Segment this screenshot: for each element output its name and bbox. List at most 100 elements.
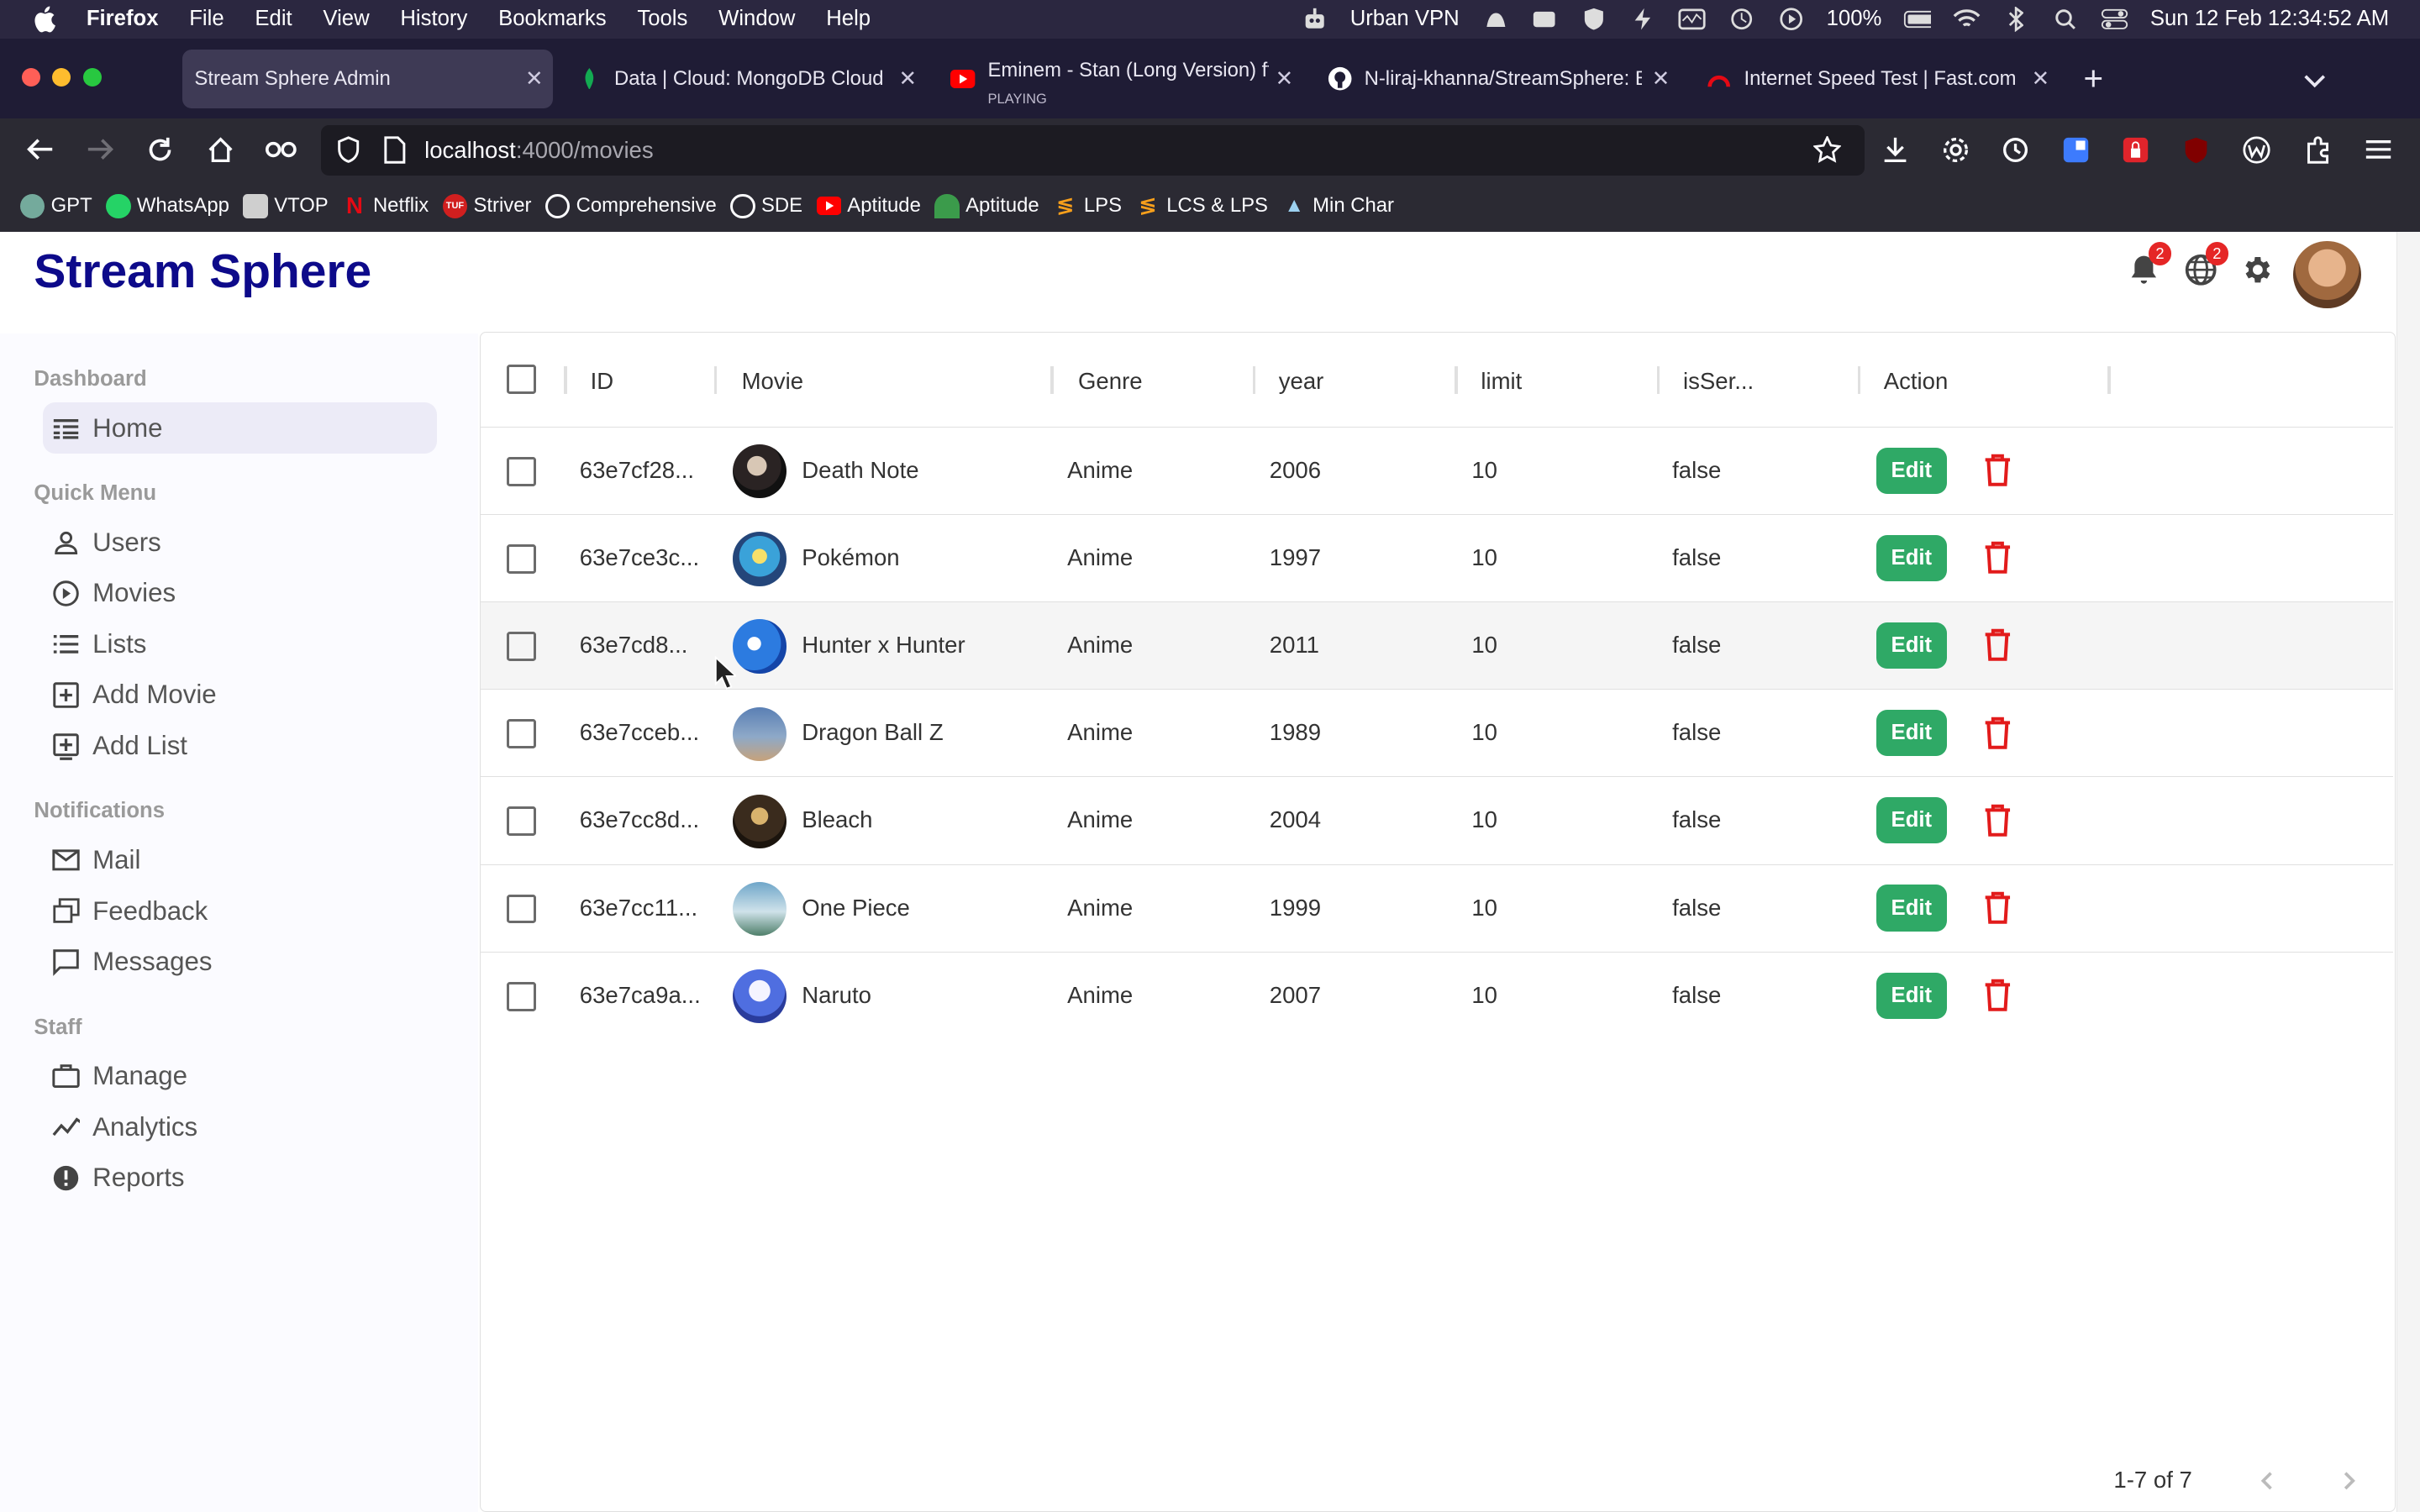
column-header-genre[interactable]: Genre [1078,368,1143,395]
table-row[interactable]: 63e7ca9a... Naruto Anime 2007 10 false Edit [481,951,2393,1040]
sidebar-item-mail[interactable]: Mail [43,835,436,886]
table-row[interactable]: 63e7ce3c... Pokémon Anime 1997 10 false Edit [481,514,2393,602]
menu-edit[interactable]: Edit [255,7,292,31]
apple-icon[interactable] [31,5,59,33]
extension-blue-icon[interactable] [2060,134,2091,165]
private-mask-icon[interactable] [265,134,297,165]
sidebar-item-feedback[interactable]: Feedback [43,885,436,937]
bluetooth-icon[interactable] [2002,7,2030,32]
bookmark-sde[interactable]: SDE [730,193,802,218]
column-separator[interactable] [2107,366,2111,395]
column-separator[interactable] [1050,366,1054,395]
table-row[interactable]: 63e7cceb... Dragon Ball Z Anime 1989 10 false… [481,689,2393,777]
edit-button[interactable]: Edit [1876,972,1948,1019]
row-checkbox[interactable] [507,894,537,924]
column-separator[interactable] [713,366,718,395]
column-header-movie[interactable]: Movie [742,368,803,395]
table-row[interactable]: 63e7cc8d... Bleach Anime 2004 10 false Edit [481,776,2393,864]
bookmark-lcs-lps[interactable]: ≶ LCS & LPS [1136,194,1268,218]
close-tab-icon[interactable]: ✕ [1276,66,1294,92]
bookmark-whatsapp[interactable]: WhatsApp [106,193,229,218]
bookmark-comprehensive[interactable]: Comprehensive [544,193,717,218]
edit-button[interactable]: Edit [1876,447,1948,494]
wifi-icon[interactable] [1953,7,1981,31]
tab-mongodb[interactable]: Data | Cloud: MongoDB Cloud ✕ [565,50,926,108]
bookmark-aptitude-indiabix[interactable]: Aptitude [934,193,1039,218]
bookmark-min-char[interactable]: ▲ Min Char [1281,194,1394,218]
menu-bookmarks[interactable]: Bookmarks [498,7,607,31]
sidebar-item-lists[interactable]: Lists [43,619,436,670]
tab-stream-sphere-admin[interactable]: Stream Sphere Admin ✕ [182,49,553,108]
menu-history[interactable]: History [400,7,467,31]
tracking-shield-icon[interactable] [334,134,365,165]
menu-window[interactable]: Window [718,7,795,31]
column-header-year[interactable]: year [1279,368,1324,395]
column-header-id[interactable]: ID [591,368,614,395]
edit-button[interactable]: Edit [1876,885,1948,932]
menu-tools[interactable]: Tools [637,7,687,31]
bookmark-netflix[interactable]: N Netflix [342,192,429,218]
vpn-label[interactable]: Urban VPN [1350,7,1460,31]
close-tab-icon[interactable]: ✕ [2032,66,2050,92]
previous-page-icon[interactable] [2257,1470,2279,1492]
lightning-icon[interactable] [1629,7,1657,31]
row-checkbox[interactable] [507,806,537,837]
back-arrow-icon[interactable] [24,134,55,165]
home-icon[interactable] [205,134,236,165]
menu-help[interactable]: Help [826,7,871,31]
tab-youtube-playing[interactable]: Eminem - Stan (Long Version) ft PLAYING … [939,50,1302,108]
column-separator[interactable] [1252,366,1256,395]
edit-button[interactable]: Edit [1876,622,1948,669]
user-avatar[interactable] [2293,240,2362,309]
column-header-limit[interactable]: limit [1481,368,1522,395]
new-tab-icon[interactable]: + [2084,61,2104,95]
brand-logo[interactable]: Stream Sphere [34,244,371,299]
delete-trash-icon[interactable] [1982,804,2013,837]
delete-trash-icon[interactable] [1982,891,2013,925]
sidebar-item-add-list[interactable]: Add List [43,721,436,772]
settings-gear-icon[interactable] [2238,251,2275,288]
menubar-clock[interactable]: Sun 12 Feb 12:34:52 AM [2150,7,2389,31]
time-machine-icon[interactable] [1728,7,1755,31]
table-row[interactable]: 63e7cc11... One Piece Anime 1999 10 false Edit [481,864,2393,953]
url-bar[interactable]: localhost:4000/movies [321,124,1865,176]
close-tab-icon[interactable]: ✕ [525,66,544,92]
next-page-icon[interactable] [2338,1470,2360,1492]
extension-w-icon[interactable] [2241,134,2272,165]
history-clock-icon[interactable] [2000,134,2031,165]
row-checkbox[interactable] [507,456,537,486]
sidebar-item-manage[interactable]: Manage [43,1051,436,1102]
column-separator[interactable] [1857,366,1861,395]
edit-button[interactable]: Edit [1876,534,1948,582]
page-info-icon[interactable] [380,134,411,165]
sidebar-item-movies[interactable]: Movies [43,568,436,619]
row-checkbox[interactable] [507,632,537,661]
hamburger-menu-icon[interactable] [2363,134,2394,165]
tab-github[interactable]: N-liraj-khanna/StreamSphere: B ✕ [1315,50,1679,108]
close-window-button[interactable] [21,67,40,87]
shield-icon[interactable] [1580,7,1607,31]
activity-monitor-icon[interactable] [1678,7,1706,31]
column-header-isseries[interactable]: isSer... [1683,368,1754,395]
select-all-checkbox[interactable] [507,365,537,395]
spotlight-search-icon[interactable] [2051,7,2079,31]
delete-trash-icon[interactable] [1982,454,2013,487]
close-tab-icon[interactable]: ✕ [898,66,917,92]
column-separator[interactable] [1455,366,1458,395]
bookmark-gpt[interactable]: GPT [19,193,92,218]
row-checkbox[interactable] [507,543,537,574]
delete-trash-icon[interactable] [1982,541,2013,575]
zoom-window-button[interactable] [83,67,103,87]
column-separator[interactable] [1656,366,1660,395]
language-globe-icon[interactable]: 2 [2182,242,2229,288]
downloads-icon[interactable] [1880,134,1911,165]
bookmark-vtop[interactable]: VTOP [243,193,329,218]
notifications-bell-icon[interactable]: 2 [2125,242,2172,288]
list-all-tabs-icon[interactable] [2302,66,2327,95]
bookmark-aptitude-youtube[interactable]: Aptitude [816,194,921,218]
menu-view[interactable]: View [323,7,369,31]
extension-red-lock-icon[interactable] [2121,134,2152,165]
column-separator[interactable] [564,366,568,395]
delete-trash-icon[interactable] [1982,979,2013,1012]
sidebar-item-users[interactable]: Users [43,517,436,568]
